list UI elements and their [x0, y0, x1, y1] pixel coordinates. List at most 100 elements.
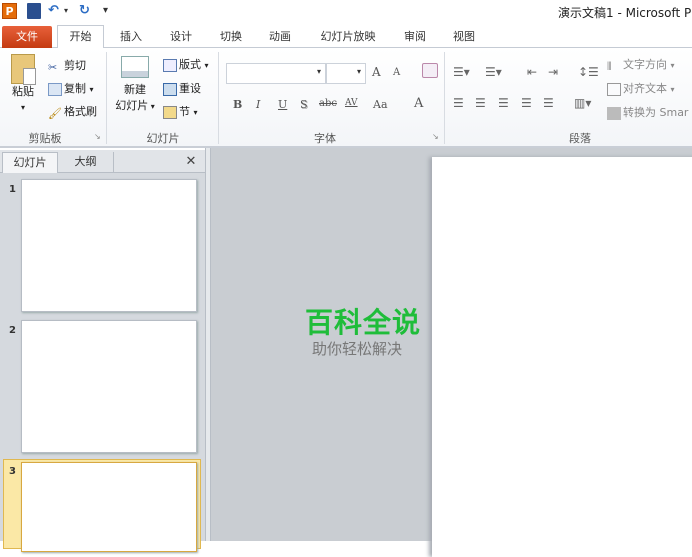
reset-icon: [163, 82, 177, 96]
tab-animations[interactable]: 动画: [259, 26, 301, 48]
text-direction-icon: ⫴: [607, 59, 612, 73]
columns-button[interactable]: ▥▾: [574, 96, 591, 110]
copy-label: 复制: [64, 82, 86, 95]
section-label: 节: [179, 105, 190, 118]
customize-quick-access-button[interactable]: ▾: [103, 3, 108, 19]
ribbon: 粘贴 ▾ ✂ 剪切 复制 ▾ 🖌 格式刷 剪贴板 ↘ 新建 幻灯片 ▾ 版式 ▾ 重…: [0, 48, 692, 148]
tab-transitions[interactable]: 切换: [210, 26, 252, 48]
align-text-button[interactable]: 对齐文本 ▾: [607, 81, 675, 98]
convert-smartart-button[interactable]: 转换为 Smar: [607, 105, 688, 121]
slide-number: 3: [9, 466, 16, 477]
shrink-font-button[interactable]: A: [393, 67, 400, 78]
text-direction-button[interactable]: ⫴ 文字方向 ▾: [607, 57, 675, 74]
font-name-combo[interactable]: ▾: [226, 63, 326, 84]
redo-icon[interactable]: ↻: [79, 3, 90, 19]
powerpoint-app-icon[interactable]: P: [2, 3, 17, 19]
group-label-slides: 幻灯片: [146, 132, 180, 145]
section-icon: [163, 105, 177, 119]
bold-button[interactable]: B: [233, 98, 242, 111]
slide-number: 1: [9, 184, 16, 195]
format-painter-label: 格式刷: [64, 105, 97, 118]
title-bar: P ↶ ▾ ↻ ▾ 演示文稿1 - Microsoft P: [0, 0, 692, 23]
line-spacing-button[interactable]: ↕☰: [578, 65, 599, 79]
layout-label: 版式: [179, 58, 201, 71]
copy-icon: [48, 82, 62, 96]
strikethrough-button[interactable]: abc: [319, 98, 337, 109]
convert-smartart-label: 转换为 Smar: [623, 106, 689, 119]
layout-icon: [163, 58, 177, 72]
slide-thumbnail-2[interactable]: [21, 320, 197, 453]
brush-icon: 🖌: [48, 106, 62, 120]
tab-review[interactable]: 审阅: [394, 26, 436, 48]
underline-button[interactable]: U: [278, 98, 287, 111]
watermark-title: 百科全说: [305, 306, 422, 339]
window-title: 演示文稿1 - Microsoft P: [558, 6, 692, 20]
tab-insert[interactable]: 插入: [110, 26, 152, 48]
tab-file[interactable]: 文件: [2, 26, 52, 48]
increase-indent-button[interactable]: ⇥: [548, 65, 558, 79]
slide-number: 2: [9, 325, 16, 336]
reset-button[interactable]: 重设: [163, 81, 201, 97]
smartart-icon: [607, 106, 621, 120]
cut-button[interactable]: ✂ 剪切: [48, 58, 86, 74]
clipboard-launcher-icon[interactable]: ↘: [94, 132, 101, 141]
undo-dropdown-icon[interactable]: ▾: [64, 3, 68, 19]
section-button[interactable]: 节 ▾: [163, 104, 198, 121]
tab-slides[interactable]: 幻灯片: [2, 152, 58, 173]
scissors-icon: ✂: [48, 60, 58, 74]
font-launcher-icon[interactable]: ↘: [432, 132, 439, 141]
new-slide-button[interactable]: 新建 幻灯片 ▾: [112, 54, 158, 115]
paste-icon: [11, 54, 36, 85]
shadow-button[interactable]: S: [300, 98, 308, 111]
cut-label: 剪切: [64, 59, 86, 72]
italic-button[interactable]: I: [256, 98, 260, 111]
slide-editing-area: [211, 148, 692, 557]
justify-button[interactable]: ☰: [521, 96, 532, 110]
close-panel-button[interactable]: ✕: [182, 152, 200, 173]
separator: [444, 52, 445, 144]
layout-button[interactable]: 版式 ▾: [163, 57, 209, 74]
numbering-button[interactable]: ☰▾: [485, 65, 502, 79]
new-slide-icon: [121, 56, 149, 78]
format-painter-button[interactable]: 🖌 格式刷: [48, 104, 97, 120]
paste-dropdown-icon: ▾: [20, 103, 25, 112]
separator: [106, 52, 107, 144]
text-direction-label: 文字方向: [623, 58, 667, 71]
clear-formatting-icon[interactable]: [422, 63, 438, 78]
tab-design[interactable]: 设计: [160, 26, 202, 48]
distributed-button[interactable]: ☰: [543, 96, 554, 110]
align-text-label: 对齐文本: [623, 82, 667, 95]
slide-thumbnail-3[interactable]: [21, 462, 197, 552]
align-center-button[interactable]: ☰: [475, 96, 486, 110]
slides-panel: 幻灯片 大纲 ✕ 1 2 3: [0, 150, 205, 552]
undo-icon[interactable]: ↶: [48, 3, 59, 19]
slide-thumbnail-1[interactable]: [21, 179, 197, 312]
group-label-paragraph: 段落: [569, 132, 591, 145]
reset-label: 重设: [179, 82, 201, 95]
font-size-combo[interactable]: ▾: [326, 63, 366, 84]
tab-home[interactable]: 开始: [57, 25, 104, 49]
separator: [218, 52, 219, 144]
group-label-clipboard: 剪贴板: [28, 132, 62, 145]
tab-view[interactable]: 视图: [443, 26, 485, 48]
copy-button[interactable]: 复制 ▾: [48, 81, 94, 98]
group-label-font: 字体: [314, 132, 336, 145]
tab-outline[interactable]: 大纲: [58, 152, 114, 173]
paste-button[interactable]: 粘贴 ▾: [8, 54, 38, 116]
align-text-icon: [607, 82, 621, 96]
panel-tabs: 幻灯片 大纲 ✕: [0, 150, 205, 173]
grow-font-button[interactable]: A: [372, 65, 381, 79]
align-left-button[interactable]: ☰: [453, 96, 464, 110]
watermark-subtitle: 助你轻松解决: [312, 340, 403, 358]
new-slide-label: 新建: [124, 83, 146, 96]
save-icon[interactable]: [27, 3, 41, 19]
change-case-button[interactable]: Aa: [373, 98, 388, 111]
font-color-button[interactable]: A: [414, 96, 423, 111]
decrease-indent-button[interactable]: ⇤: [527, 65, 537, 79]
tab-slideshow[interactable]: 幻灯片放映: [312, 26, 384, 48]
character-spacing-button[interactable]: AV: [345, 98, 358, 108]
paste-label: 粘贴: [12, 85, 34, 98]
slide-canvas[interactable]: [432, 157, 692, 557]
bullets-button[interactable]: ☰▾: [453, 65, 470, 79]
align-right-button[interactable]: ☰: [498, 96, 509, 110]
